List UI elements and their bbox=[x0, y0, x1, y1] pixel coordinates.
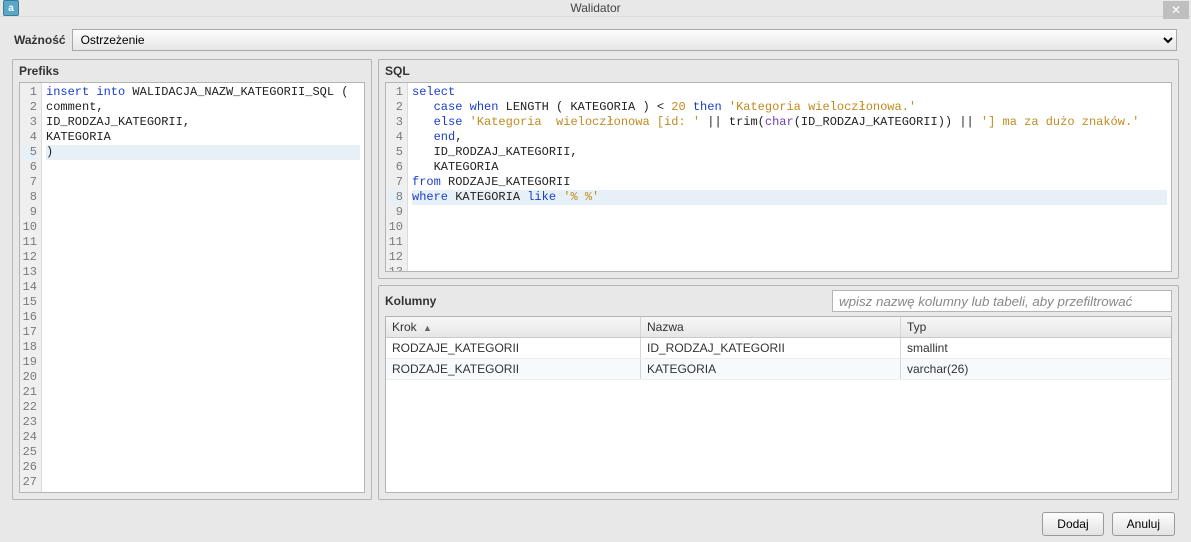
cell-nazwa: KATEGORIA bbox=[641, 359, 901, 379]
col-header-typ[interactable]: Typ bbox=[901, 317, 1171, 337]
validator-window: a Walidator ✕ Ważność Ostrzeżenie Prefik… bbox=[0, 0, 1191, 542]
app-icon-letter: a bbox=[8, 3, 14, 14]
titlebar: a Walidator ✕ bbox=[0, 0, 1191, 17]
col-header-krok-label: Krok bbox=[392, 320, 417, 334]
severity-label: Ważność bbox=[14, 33, 66, 47]
severity-row: Ważność Ostrzeżenie bbox=[8, 23, 1183, 53]
add-button[interactable]: Dodaj bbox=[1042, 512, 1103, 536]
prefix-gutter: 1234567891011121314151617181920212223242… bbox=[20, 83, 42, 492]
prefix-title: Prefiks bbox=[13, 60, 371, 82]
sql-gutter: 12345678910111213 bbox=[386, 83, 408, 271]
table-row[interactable]: RODZAJE_KATEGORIIID_RODZAJ_KATEGORIIsmal… bbox=[386, 338, 1171, 359]
columns-panel: Kolumny Krok ▲ Nazwa Typ RODZAJE_KATE bbox=[378, 285, 1179, 500]
col-header-krok[interactable]: Krok ▲ bbox=[386, 317, 641, 337]
sql-code[interactable]: select case when LENGTH ( KATEGORIA ) < … bbox=[408, 83, 1171, 271]
close-button[interactable]: ✕ bbox=[1163, 1, 1189, 19]
cell-krok: RODZAJE_KATEGORII bbox=[386, 338, 641, 358]
columns-header: Kolumny bbox=[379, 286, 1178, 316]
footer: Dodaj Anuluj bbox=[8, 506, 1183, 540]
columns-grid-header: Krok ▲ Nazwa Typ bbox=[386, 317, 1171, 338]
sql-editor[interactable]: 12345678910111213 select case when LENGT… bbox=[386, 83, 1171, 271]
columns-filter-input[interactable] bbox=[832, 290, 1172, 312]
columns-title: Kolumny bbox=[385, 294, 436, 308]
window-title: Walidator bbox=[0, 1, 1191, 15]
cancel-button[interactable]: Anuluj bbox=[1112, 512, 1175, 536]
col-header-nazwa-label: Nazwa bbox=[647, 320, 684, 334]
right-column: SQL 12345678910111213 select case when L… bbox=[378, 59, 1179, 500]
prefix-panel: Prefiks 12345678910111213141516171819202… bbox=[12, 59, 372, 500]
app-icon: a bbox=[3, 0, 19, 16]
main-split: Prefiks 12345678910111213141516171819202… bbox=[8, 59, 1183, 500]
col-header-nazwa[interactable]: Nazwa bbox=[641, 317, 901, 337]
table-row[interactable]: RODZAJE_KATEGORIIKATEGORIAvarchar(26) bbox=[386, 359, 1171, 380]
cell-typ: smallint bbox=[901, 338, 1171, 358]
sql-editor-wrap: 12345678910111213 select case when LENGT… bbox=[385, 82, 1172, 272]
sql-title: SQL bbox=[379, 60, 1178, 82]
prefix-editor-wrap: 1234567891011121314151617181920212223242… bbox=[19, 82, 365, 493]
col-header-typ-label: Typ bbox=[907, 320, 926, 334]
prefix-code[interactable]: insert into WALIDACJA_NAZW_KATEGORII_SQL… bbox=[42, 83, 364, 492]
prefix-editor[interactable]: 1234567891011121314151617181920212223242… bbox=[20, 83, 364, 492]
sql-panel: SQL 12345678910111213 select case when L… bbox=[378, 59, 1179, 279]
cell-typ: varchar(26) bbox=[901, 359, 1171, 379]
cell-krok: RODZAJE_KATEGORII bbox=[386, 359, 641, 379]
sort-asc-icon: ▲ bbox=[423, 323, 432, 333]
columns-grid: Krok ▲ Nazwa Typ RODZAJE_KATEGORIIID_ROD… bbox=[385, 316, 1172, 493]
cell-nazwa: ID_RODZAJ_KATEGORII bbox=[641, 338, 901, 358]
close-icon: ✕ bbox=[1171, 3, 1181, 17]
columns-grid-rows: RODZAJE_KATEGORIIID_RODZAJ_KATEGORIIsmal… bbox=[386, 338, 1171, 492]
severity-select[interactable]: Ostrzeżenie bbox=[72, 29, 1177, 51]
content-area: Ważność Ostrzeżenie Prefiks 123456789101… bbox=[0, 17, 1191, 542]
